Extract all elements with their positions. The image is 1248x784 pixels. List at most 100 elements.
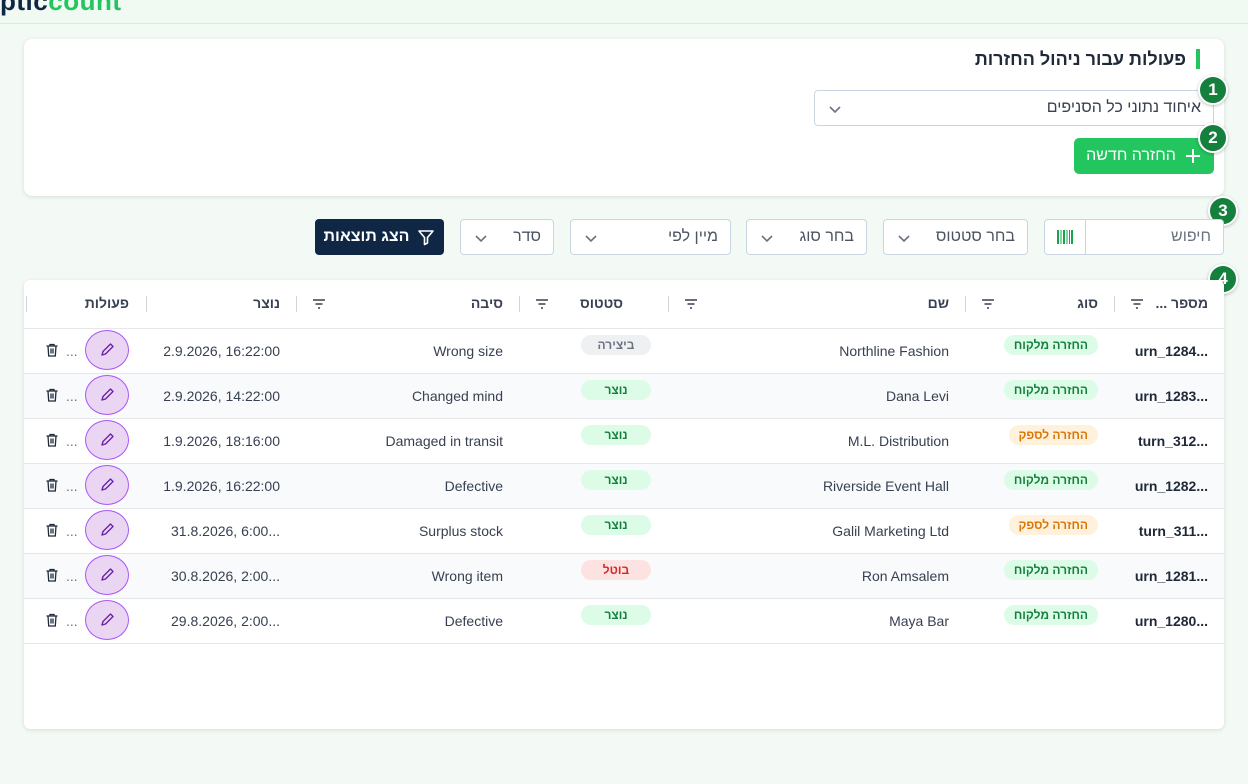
edit-button[interactable] bbox=[85, 420, 129, 460]
return-number[interactable]: urn_1280... bbox=[1135, 613, 1208, 629]
table-header: מספר ... סוג שם סטטוס סיבה נוצר פעולות bbox=[24, 280, 1224, 329]
customer-name: M.L. Distribution bbox=[847, 433, 949, 449]
return-number[interactable]: urn_1284... bbox=[1135, 343, 1208, 359]
return-number[interactable]: urn_1283... bbox=[1135, 388, 1208, 404]
plus-icon bbox=[1185, 149, 1200, 163]
column-divider[interactable] bbox=[146, 296, 147, 312]
table-row[interactable]: urn_1282... החזרה מלקוח Riverside Event … bbox=[24, 464, 1224, 509]
trash-icon[interactable] bbox=[44, 477, 60, 493]
customer-name: Maya Bar bbox=[889, 613, 949, 629]
table-row[interactable]: turn_311... החזרה לספק Galil Marketing L… bbox=[24, 509, 1224, 554]
pencil-icon bbox=[101, 343, 114, 356]
type-select[interactable]: בחר סוג bbox=[746, 219, 867, 255]
filter-icon[interactable] bbox=[1129, 296, 1145, 312]
logo-text-primary: ptic bbox=[0, 0, 49, 16]
edit-button[interactable] bbox=[85, 555, 129, 595]
type-badge: החזרה מלקוח bbox=[1003, 380, 1098, 400]
barcode-icon bbox=[1057, 230, 1073, 244]
created-date: 1.9.2026, 18:16:00 bbox=[163, 433, 280, 449]
chevron-down-icon bbox=[829, 106, 841, 114]
edit-button[interactable] bbox=[85, 510, 129, 550]
column-header-created[interactable]: נוצר bbox=[253, 295, 280, 311]
trash-icon[interactable] bbox=[44, 432, 60, 448]
trash-icon[interactable] bbox=[44, 612, 60, 628]
edit-button[interactable] bbox=[85, 375, 129, 415]
created-date: 30.8.2026, 2:00... bbox=[171, 568, 280, 584]
return-reason: Damaged in transit bbox=[385, 433, 503, 449]
column-header-name[interactable]: שם bbox=[928, 295, 949, 311]
column-divider[interactable] bbox=[668, 296, 669, 312]
edit-button[interactable] bbox=[85, 330, 129, 370]
pencil-icon bbox=[101, 388, 114, 401]
table-row[interactable]: turn_312... החזרה לספק M.L. Distribution… bbox=[24, 419, 1224, 464]
filter-icon[interactable] bbox=[534, 296, 550, 312]
status-badge: נוצר bbox=[581, 605, 651, 625]
trash-icon[interactable] bbox=[44, 567, 60, 583]
chevron-down-icon bbox=[761, 235, 773, 243]
return-number[interactable]: urn_1281... bbox=[1135, 568, 1208, 584]
column-divider[interactable] bbox=[296, 296, 297, 312]
status-select[interactable]: בחר סטטוס bbox=[883, 219, 1028, 255]
status-badge: ביצירה bbox=[581, 335, 651, 355]
status-select-placeholder: בחר סטטוס bbox=[935, 228, 1015, 245]
edit-button[interactable] bbox=[85, 465, 129, 505]
sort-order-placeholder: סדר bbox=[513, 228, 541, 245]
customer-name: Dana Levi bbox=[885, 388, 949, 404]
trash-icon[interactable] bbox=[44, 387, 60, 403]
column-divider[interactable] bbox=[965, 296, 966, 312]
column-header-type[interactable]: סוג bbox=[1077, 295, 1098, 311]
more-actions[interactable]: ... bbox=[66, 523, 78, 539]
pencil-icon bbox=[101, 433, 114, 446]
customer-name: Northline Fashion bbox=[839, 343, 949, 359]
show-results-button[interactable]: הצג תוצאות bbox=[315, 219, 444, 255]
sort-by-select[interactable]: מיין לפי bbox=[570, 219, 731, 255]
filter-icon[interactable] bbox=[311, 296, 327, 312]
status-badge: נוצר bbox=[581, 515, 651, 535]
type-badge: החזרה מלקוח bbox=[1003, 605, 1098, 625]
trash-icon[interactable] bbox=[44, 522, 60, 538]
sort-by-placeholder: מיין לפי bbox=[668, 228, 718, 245]
created-date: 31.8.2026, 6:00... bbox=[171, 523, 280, 539]
more-actions[interactable]: ... bbox=[66, 343, 78, 359]
new-return-label: החזרה חדשה bbox=[1086, 147, 1176, 164]
table-row[interactable]: urn_1284... החזרה מלקוח Northline Fashio… bbox=[24, 329, 1224, 374]
app-logo[interactable]: pticcount bbox=[0, 0, 122, 17]
barcode-scan-button[interactable] bbox=[1045, 220, 1086, 254]
trash-icon[interactable] bbox=[44, 342, 60, 358]
column-header-actions: פעולות bbox=[84, 295, 129, 311]
table-row[interactable]: urn_1281... החזרה מלקוח Ron Amsalem בוטל… bbox=[24, 554, 1224, 599]
pencil-icon bbox=[101, 568, 114, 581]
return-number[interactable]: turn_311... bbox=[1139, 523, 1208, 539]
tour-step-badge[interactable]: 1 bbox=[1198, 75, 1228, 105]
pencil-icon bbox=[101, 613, 114, 626]
branch-select[interactable]: איחוד נתוני כל הסניפים bbox=[814, 90, 1214, 126]
more-actions[interactable]: ... bbox=[66, 568, 78, 584]
filter-icon[interactable] bbox=[980, 296, 996, 312]
return-number[interactable]: turn_312... bbox=[1138, 433, 1208, 449]
show-results-label: הצג תוצאות bbox=[323, 228, 410, 245]
top-bar: pticcount bbox=[0, 0, 1248, 24]
column-header-status[interactable]: סטטוס bbox=[580, 295, 623, 311]
new-return-button[interactable]: החזרה חדשה bbox=[1074, 138, 1214, 174]
column-header-number[interactable]: מספר ... bbox=[1155, 295, 1208, 311]
more-actions[interactable]: ... bbox=[66, 613, 78, 629]
table-row[interactable]: urn_1283... החזרה מלקוח Dana Levi נוצר C… bbox=[24, 374, 1224, 419]
pencil-icon bbox=[101, 478, 114, 491]
more-actions[interactable]: ... bbox=[66, 478, 78, 494]
card-title: פעולות עבור ניהול החזרות bbox=[975, 49, 1200, 69]
return-number[interactable]: urn_1282... bbox=[1135, 478, 1208, 494]
filter-icon[interactable] bbox=[683, 296, 699, 312]
column-divider[interactable] bbox=[519, 296, 520, 312]
sort-order-select[interactable]: סדר bbox=[460, 219, 554, 255]
return-reason: Surplus stock bbox=[418, 523, 503, 539]
tour-step-badge[interactable]: 2 bbox=[1198, 123, 1228, 153]
column-divider[interactable] bbox=[1114, 296, 1115, 312]
edit-button[interactable] bbox=[85, 600, 129, 640]
type-select-placeholder: בחר סוג bbox=[799, 228, 854, 245]
table-row[interactable]: urn_1280... החזרה מלקוח Maya Bar נוצר De… bbox=[24, 599, 1224, 644]
status-badge: בוטל bbox=[581, 560, 651, 580]
more-actions[interactable]: ... bbox=[66, 433, 78, 449]
search-input[interactable] bbox=[1085, 220, 1223, 254]
column-header-reason[interactable]: סיבה bbox=[471, 295, 503, 311]
more-actions[interactable]: ... bbox=[66, 388, 78, 404]
